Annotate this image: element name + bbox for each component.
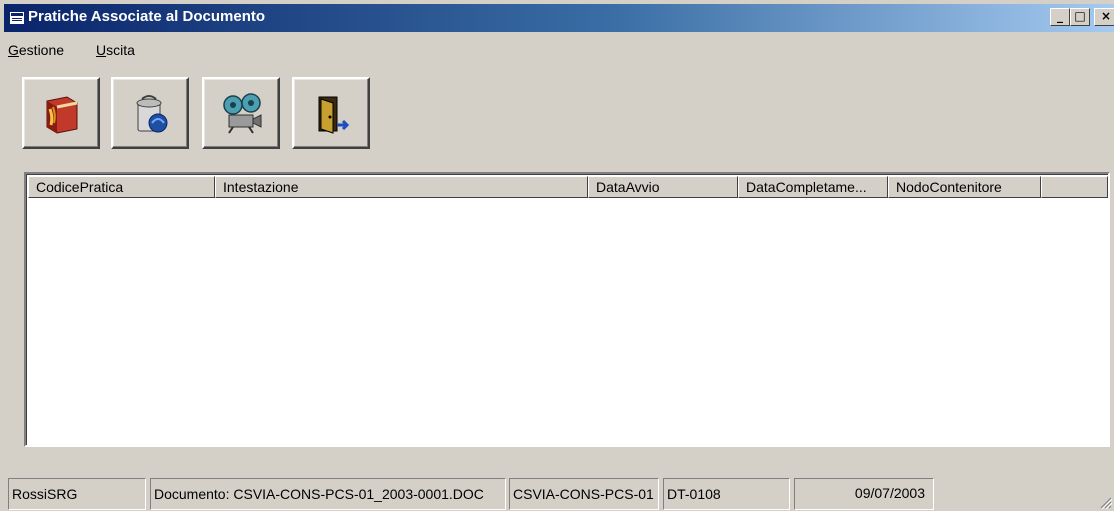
close-button[interactable]: ×	[1094, 8, 1114, 26]
status-code: CSVIA-CONS-PCS-01	[509, 478, 659, 510]
list-body[interactable]	[28, 198, 1108, 445]
open-pratica-button[interactable]	[22, 77, 100, 149]
status-document: Documento: CSVIA-CONS-PCS-01_2003-0001.D…	[150, 478, 506, 510]
pratiche-list[interactable]: CodicePratica Intestazione DataAvvio Dat…	[24, 172, 1110, 447]
maximize-button[interactable]: □	[1070, 8, 1090, 26]
menu-gestione-label: estione	[18, 42, 65, 58]
col-header-nodo-contenitore[interactable]: NodoContenitore	[888, 176, 1041, 198]
resize-grip-icon[interactable]	[1098, 495, 1112, 509]
menu-uscita-accelerator: U	[96, 42, 107, 58]
status-date: 09/07/2003	[854, 485, 925, 501]
title-bar[interactable]: Pratiche Associate al Documento _ □ ×	[4, 4, 1114, 32]
window-app-icon	[10, 12, 24, 24]
status-doc-type: DT-0108	[663, 478, 790, 510]
minimize-button[interactable]: _	[1050, 8, 1070, 26]
col-header-codice-pratica[interactable]: CodicePratica	[28, 176, 215, 198]
status-user: RossiSRG	[8, 478, 146, 510]
book-icon	[46, 96, 78, 134]
menu-gestione[interactable]: Gestione	[8, 42, 64, 58]
col-header-data-avvio[interactable]: DataAvvio	[588, 176, 738, 198]
delete-button[interactable]	[111, 77, 189, 149]
list-header: CodicePratica Intestazione DataAvvio Dat…	[28, 176, 1108, 198]
exit-button[interactable]	[292, 77, 370, 149]
menu-uscita-label: scita	[106, 42, 135, 58]
trash-can-icon	[136, 95, 168, 133]
col-header-data-completamento[interactable]: DataCompletame...	[738, 176, 888, 198]
main-window: Pratiche Associate al Documento _ □ × Ge…	[0, 0, 1114, 511]
exit-door-icon	[318, 96, 350, 134]
col-header-intestazione[interactable]: Intestazione	[215, 176, 588, 198]
view-button[interactable]	[202, 77, 280, 149]
window-title: Pratiche Associate al Documento	[28, 8, 266, 25]
film-projector-icon	[223, 93, 262, 134]
col-header-filler	[1041, 176, 1108, 198]
status-bar: RossiSRG Documento: CSVIA-CONS-PCS-01_20…	[0, 476, 1114, 511]
menu-gestione-accelerator: G	[8, 42, 19, 58]
menu-uscita[interactable]: Uscita	[96, 42, 135, 58]
